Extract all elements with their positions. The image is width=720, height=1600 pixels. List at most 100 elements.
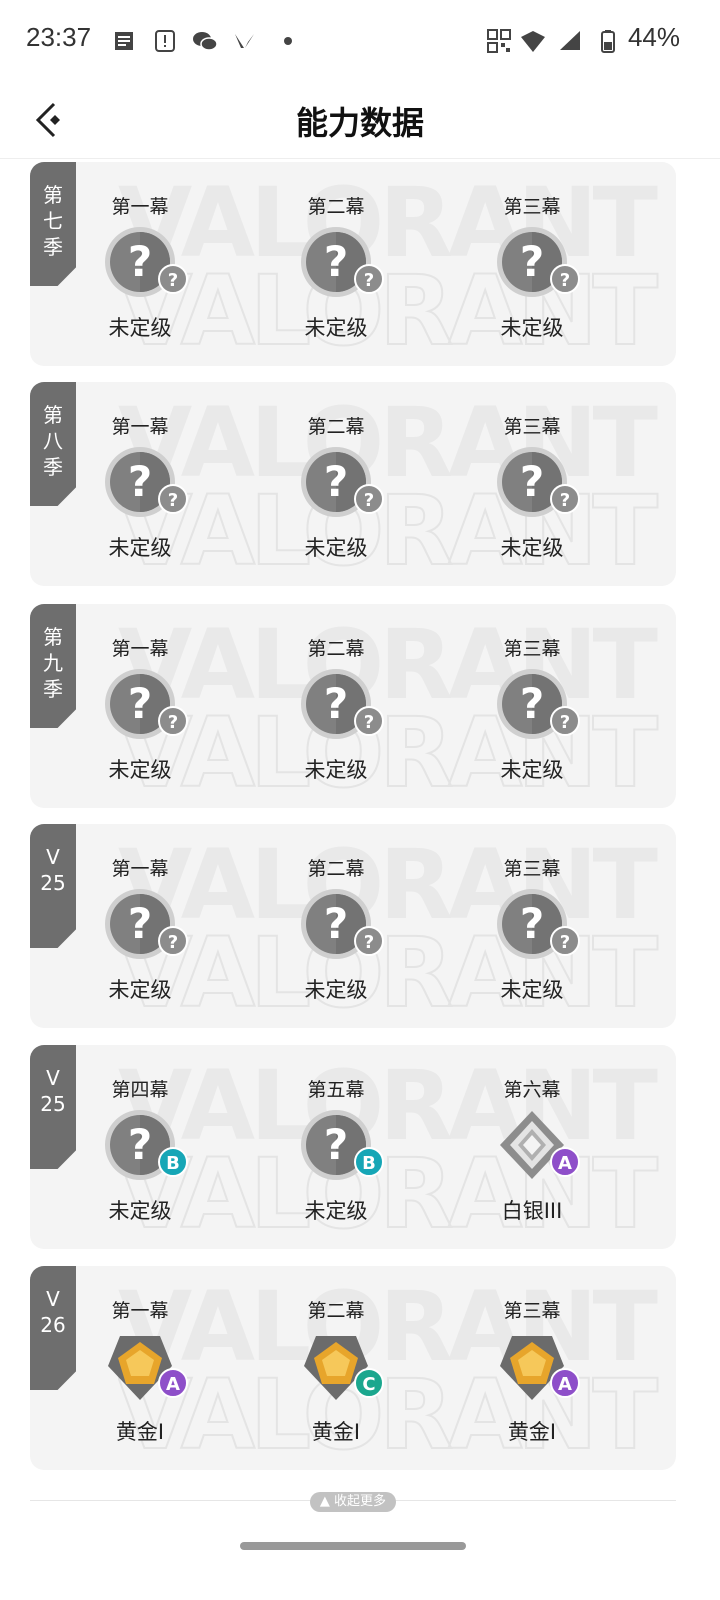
tier-badge: ? xyxy=(354,264,384,294)
act-label: 第二幕 xyxy=(307,638,365,660)
svg-text:?: ? xyxy=(324,899,348,948)
valorant-icon xyxy=(235,34,254,48)
act-label: 第一幕 xyxy=(111,196,169,218)
rank-name: 未定级 xyxy=(304,758,368,782)
svg-text:?: ? xyxy=(324,237,348,286)
rank-name: 黄金I xyxy=(311,1420,361,1444)
tier-badge: A xyxy=(550,1368,580,1398)
tier-badge: ? xyxy=(158,484,188,514)
rank-name: 黄金I xyxy=(115,1420,165,1444)
season-card: VALORANT VALORANT V 26 第一幕 A 黄金I 第二幕 C 黄金I 第三幕 A 黄金… xyxy=(30,1266,676,1470)
act-slot[interactable]: 第一幕?? 未定级 xyxy=(65,824,215,1028)
battery-percent: 44% xyxy=(627,22,680,52)
svg-text:?: ? xyxy=(128,237,152,286)
svg-text:?: ? xyxy=(520,237,544,286)
tier-badge: C xyxy=(354,1368,384,1398)
rank-name: 未定级 xyxy=(500,978,564,1002)
news-icon xyxy=(115,32,133,50)
act-slot[interactable]: 第二幕?? 未定级 xyxy=(261,162,411,366)
act-label: 第一幕 xyxy=(111,638,169,660)
act-label: 第六幕 xyxy=(503,1079,561,1101)
rank-name: 未定级 xyxy=(304,536,368,560)
rank-name: 黄金I xyxy=(507,1420,557,1444)
act-label: 第二幕 xyxy=(307,196,365,218)
rank-name: 未定级 xyxy=(304,1199,368,1223)
tier-badge: B xyxy=(158,1147,188,1177)
svg-text:?: ? xyxy=(128,899,152,948)
svg-text:?: ? xyxy=(520,899,544,948)
rank-name: 未定级 xyxy=(304,978,368,1002)
act-label: 第二幕 xyxy=(307,416,365,438)
tier-badge: A xyxy=(550,1147,580,1177)
act-label: 第三幕 xyxy=(503,1300,561,1322)
tier-badge: B xyxy=(354,1147,384,1177)
act-slot[interactable]: 第二幕?? 未定级 xyxy=(261,604,411,808)
rank-name: 未定级 xyxy=(108,978,172,1002)
act-slot[interactable]: 第一幕?? 未定级 xyxy=(65,382,215,586)
act-slot[interactable]: 第三幕?? 未定级 xyxy=(457,162,607,366)
wechat-icon xyxy=(193,32,218,51)
act-label: 第四幕 xyxy=(111,1079,169,1101)
act-slot[interactable]: 第一幕 A 黄金I xyxy=(65,1266,215,1470)
act-slot[interactable]: 第二幕?? 未定级 xyxy=(261,824,411,1028)
status-bar: 23:37 44% xyxy=(0,0,720,80)
act-label: 第三幕 xyxy=(503,638,561,660)
app-header: 能力数据 xyxy=(0,80,720,159)
page-title: 能力数据 xyxy=(295,104,424,142)
tier-badge: ? xyxy=(550,926,580,956)
battery-icon xyxy=(601,30,615,53)
act-slot[interactable]: 第三幕?? 未定级 xyxy=(457,824,607,1028)
tier-badge: ? xyxy=(158,706,188,736)
season-card: VALORANT VALORANT V 25 第一幕?? 未定级 第二幕?? 未定级 第三幕?… xyxy=(30,824,676,1028)
collapse-more-button[interactable]: ▲ 收起更多 xyxy=(310,1492,396,1512)
rank-name: 未定级 xyxy=(108,1199,172,1223)
tier-badge: ? xyxy=(550,484,580,514)
rank-name: 白银III xyxy=(501,1199,563,1223)
svg-text:?: ? xyxy=(128,457,152,506)
signal-icon xyxy=(560,31,580,50)
act-label: 第三幕 xyxy=(503,858,561,880)
act-slot[interactable]: 第一幕?? 未定级 xyxy=(65,162,215,366)
act-label: 第一幕 xyxy=(111,858,169,880)
act-slot[interactable]: 第三幕?? 未定级 xyxy=(457,604,607,808)
tier-badge: ? xyxy=(550,264,580,294)
season-card: VALORANT VALORANT 第 七 季第一幕?? 未定级 第二幕?? 未定级 第三幕… xyxy=(30,162,676,366)
act-label: 第二幕 xyxy=(307,858,365,880)
act-slot[interactable]: 第六幕 A 白银III xyxy=(457,1045,607,1249)
rank-name: 未定级 xyxy=(108,758,172,782)
tier-badge: ? xyxy=(354,926,384,956)
act-slot[interactable]: 第二幕?? 未定级 xyxy=(261,382,411,586)
svg-text:?: ? xyxy=(324,457,348,506)
act-label: 第一幕 xyxy=(111,416,169,438)
rank-name: 未定级 xyxy=(500,316,564,340)
season-card: VALORANT VALORANT 第 八 季第一幕?? 未定级 第二幕?? 未定级 第三幕… xyxy=(30,382,676,586)
act-slot[interactable]: 第一幕?? 未定级 xyxy=(65,604,215,808)
act-slot[interactable]: 第四幕? B 未定级 xyxy=(65,1045,215,1249)
alert-icon xyxy=(155,30,175,52)
season-card: VALORANT VALORANT 第 九 季第一幕?? 未定级 第二幕?? 未定级 第三幕… xyxy=(30,604,676,808)
home-indicator[interactable] xyxy=(240,1542,466,1550)
act-slot[interactable]: 第五幕? B 未定级 xyxy=(261,1045,411,1249)
act-slot[interactable]: 第三幕 A 黄金I xyxy=(457,1266,607,1470)
svg-text:?: ? xyxy=(128,1120,152,1169)
wifi-icon xyxy=(521,31,545,52)
act-label: 第三幕 xyxy=(503,196,561,218)
svg-text:?: ? xyxy=(520,457,544,506)
tier-badge: ? xyxy=(158,264,188,294)
tier-badge: ? xyxy=(354,706,384,736)
svg-text:?: ? xyxy=(520,679,544,728)
rank-name: 未定级 xyxy=(108,316,172,340)
rank-name: 未定级 xyxy=(108,536,172,560)
act-label: 第一幕 xyxy=(111,1300,169,1322)
act-slot[interactable]: 第二幕 C 黄金I xyxy=(261,1266,411,1470)
dot-icon xyxy=(284,37,292,45)
status-time: 23:37 xyxy=(26,22,92,52)
act-label: 第五幕 xyxy=(307,1079,365,1101)
rank-name: 未定级 xyxy=(304,316,368,340)
rank-name: 未定级 xyxy=(500,758,564,782)
tier-badge: A xyxy=(158,1368,188,1398)
svg-text:?: ? xyxy=(128,679,152,728)
tier-badge: ? xyxy=(354,484,384,514)
act-slot[interactable]: 第三幕?? 未定级 xyxy=(457,382,607,586)
tier-badge: ? xyxy=(158,926,188,956)
